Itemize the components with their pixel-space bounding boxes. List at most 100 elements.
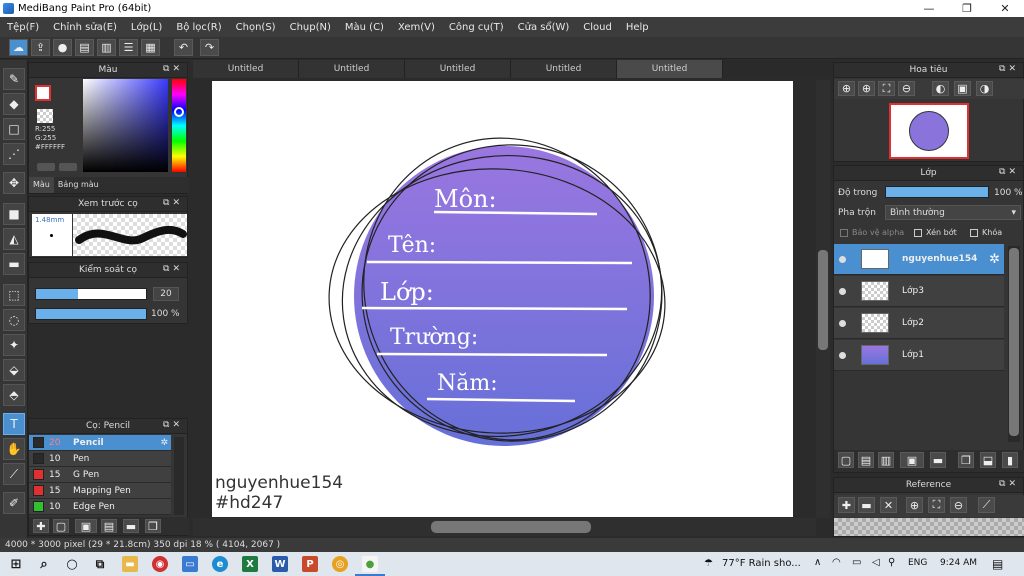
task-view-icon[interactable]: ⧉ <box>92 556 108 572</box>
close-button[interactable]: ✕ <box>986 0 1024 17</box>
tab-untitled-1[interactable]: Untitled <box>193 60 299 78</box>
language-indicator[interactable]: ENG <box>908 558 927 568</box>
word-icon[interactable]: W <box>272 556 288 572</box>
list-icon[interactable]: ☰ <box>119 39 138 56</box>
menu-layer[interactable]: Lớp(L) <box>124 22 169 33</box>
vertical-scroll-thumb[interactable] <box>818 250 828 350</box>
layer-row-nguyenhue154[interactable]: nguyenhue154 ✲ <box>834 244 1004 275</box>
menu-color[interactable]: Màu (C) <box>338 22 391 33</box>
hue-slider[interactable] <box>172 79 186 172</box>
undo-icon[interactable]: ↶ <box>174 39 193 56</box>
new-halftone-layer-icon[interactable]: ▤ <box>858 452 874 468</box>
brush-item-pencil[interactable]: 20 Pencil ✲ <box>29 435 171 451</box>
new-brush-icon[interactable]: ▢ <box>53 519 69 533</box>
eyedropper-tool-icon[interactable]: ⟋ <box>3 463 25 485</box>
chat-icon[interactable]: ▤ <box>75 39 94 56</box>
minimize-button[interactable]: — <box>910 0 948 17</box>
zoom-out-icon[interactable]: ⊖ <box>898 81 915 96</box>
excel-icon[interactable]: X <box>242 556 258 572</box>
notification-icon[interactable]: ▤ <box>992 557 1003 571</box>
menu-help[interactable]: Help <box>619 22 656 33</box>
eye-icon[interactable] <box>839 319 846 327</box>
powerpoint-icon[interactable]: P <box>302 556 318 572</box>
brush-opacity-slider[interactable] <box>35 308 147 320</box>
menu-cloud[interactable]: Cloud <box>576 22 619 33</box>
layer-opacity-slider[interactable] <box>885 186 989 198</box>
search-icon[interactable]: ⌕ <box>36 556 52 572</box>
menu-view[interactable]: Xem(V) <box>391 22 442 33</box>
reset-view-icon[interactable]: ▣ <box>954 81 971 96</box>
transparent-swatch[interactable] <box>37 109 53 123</box>
dot-tool-icon[interactable]: ⋰ <box>3 143 25 165</box>
foreground-color-swatch[interactable] <box>35 85 51 101</box>
monitor-icon[interactable]: ▭ <box>182 556 198 572</box>
redo-icon[interactable]: ↷ <box>200 39 219 56</box>
brush-menu-icon[interactable]: ▣ <box>75 519 97 533</box>
layer-scrollbar[interactable] <box>1008 246 1020 442</box>
canvas-horizontal-scrollbar[interactable] <box>193 518 816 536</box>
document-canvas[interactable]: Môn: Tên: Lớp: Trường: Năm: nguyenhue154… <box>212 81 793 517</box>
horizontal-scroll-thumb[interactable] <box>431 521 591 533</box>
document-icon[interactable]: ▥ <box>97 39 116 56</box>
duplicate-layer-icon[interactable]: ❐ <box>958 452 974 468</box>
copy-layer-icon[interactable]: ▥ <box>878 452 894 468</box>
eye-icon[interactable] <box>839 255 846 263</box>
weather-text[interactable]: 77°F Rain sho... <box>722 558 801 569</box>
chrome-icon[interactable]: ◎ <box>332 556 348 572</box>
move-tool-icon[interactable]: ✥ <box>3 172 25 194</box>
hue-handle[interactable] <box>174 107 184 117</box>
shape-tool-icon[interactable]: □ <box>3 118 25 140</box>
rotate-left-icon[interactable]: ◐ <box>932 81 949 96</box>
swap-color-button[interactable] <box>37 163 55 171</box>
tab-palette[interactable]: Bảng màu <box>54 177 103 193</box>
tab-untitled-5[interactable]: Untitled <box>617 60 723 78</box>
reset-color-button[interactable] <box>59 163 77 171</box>
hand-tool-icon[interactable]: ✋ <box>3 438 25 460</box>
tab-untitled-2[interactable]: Untitled <box>299 60 405 78</box>
protect-alpha-checkbox[interactable] <box>840 228 848 237</box>
grid-icon[interactable]: ▦ <box>141 39 160 56</box>
fill-rect-tool-icon[interactable]: ■ <box>3 203 25 225</box>
brush-list-scrollbar[interactable] <box>174 437 184 515</box>
gear-icon[interactable]: ✲ <box>160 438 168 448</box>
folder-icon[interactable]: ▬ <box>123 519 139 533</box>
upload-icon[interactable]: ⇪ <box>31 39 50 56</box>
zoom-fit-icon[interactable]: ⊕ <box>858 81 875 96</box>
windows-start-icon[interactable]: ⊞ <box>8 556 24 572</box>
brush-item-edge-pen[interactable]: 10 Edge Pen <box>29 499 171 515</box>
delete-layer-icon[interactable]: ▮ <box>1002 452 1018 468</box>
menu-edit[interactable]: Chỉnh sửa(E) <box>46 22 124 33</box>
chevron-up-icon[interactable]: ∧ <box>814 557 821 568</box>
reference-folder-icon[interactable]: ▬ <box>858 497 875 513</box>
clipping-checkbox[interactable] <box>914 228 922 237</box>
lock-checkbox[interactable] <box>970 228 978 237</box>
bucket-tool-icon[interactable]: ◭ <box>3 228 25 250</box>
tab-color[interactable]: Màu <box>29 177 54 193</box>
tab-untitled-3[interactable]: Untitled <box>405 60 511 78</box>
gradient-tool-icon[interactable]: ▬ <box>3 253 25 275</box>
menu-file[interactable]: Tệp(F) <box>0 22 46 33</box>
file-explorer-icon[interactable]: ▬ <box>122 556 138 572</box>
tab-untitled-4[interactable]: Untitled <box>511 60 617 78</box>
weather-icon[interactable]: ☂ <box>704 558 713 569</box>
zoom-in-icon[interactable]: ⊕ <box>838 81 855 96</box>
duplicate-icon[interactable]: ❐ <box>145 519 161 533</box>
eye-icon[interactable] <box>839 287 846 295</box>
lasso-tool-icon[interactable]: ◌ <box>3 309 25 331</box>
reference-zoom-in-icon[interactable]: ⊕ <box>906 497 923 513</box>
medibang-taskbar-icon[interactable]: ● <box>362 556 378 572</box>
reference-zoom-out-icon[interactable]: ⊖ <box>950 497 967 513</box>
network-icon[interactable]: ⚲ <box>888 557 895 568</box>
brush-item-mapping-pen[interactable]: 15 Mapping Pen <box>29 483 171 499</box>
select-pen-icon[interactable]: ⬙ <box>3 359 25 381</box>
merge-layer-icon[interactable]: ⬓ <box>980 452 996 468</box>
canvas-vertical-scrollbar[interactable] <box>816 80 830 518</box>
reference-eyedropper-icon[interactable]: ⟋ <box>978 497 995 513</box>
menu-window[interactable]: Cửa sổ(W) <box>511 22 577 33</box>
select-eraser-icon[interactable]: ⬘ <box>3 384 25 406</box>
layer-row-lop1[interactable]: Lớp1 <box>834 340 1004 371</box>
maximize-button[interactable]: ❐ <box>948 0 986 17</box>
menu-select[interactable]: Chọn(S) <box>229 22 283 33</box>
battery-icon[interactable]: ▭ <box>852 557 861 568</box>
layer-scroll-thumb[interactable] <box>1009 248 1019 436</box>
